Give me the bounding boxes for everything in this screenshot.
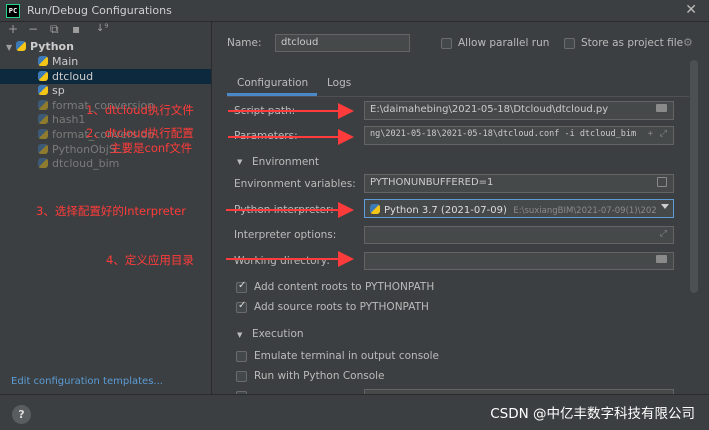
annotation-2-line2: 主要是conf文件: [110, 141, 193, 155]
annotation-4: 4、定义应用目录: [106, 253, 194, 267]
annotation-2-line1: 2、dtcloud执行配置: [86, 126, 194, 140]
annotation-1: 1、dtcloud执行文件: [86, 103, 194, 117]
annotation-3: 3、选择配置好的Interpreter: [36, 204, 186, 218]
